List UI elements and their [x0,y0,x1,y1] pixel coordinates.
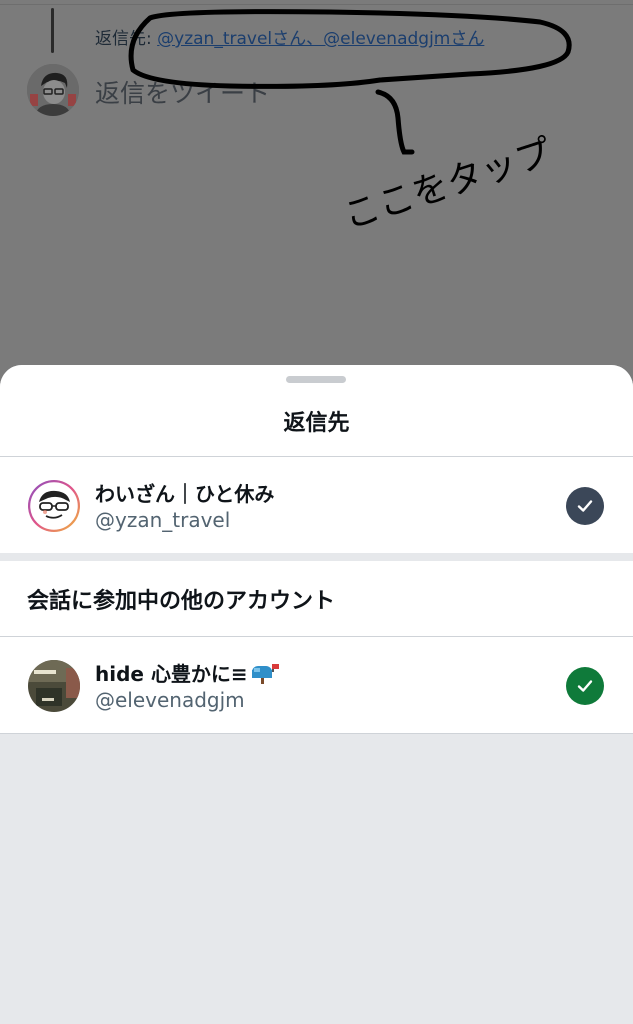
account-handle: @yzan_travel [95,508,231,532]
sheet-grabber-handle[interactable] [286,376,346,383]
section-title: 会話に参加中の他のアカウント [27,589,336,614]
avatar [28,480,80,532]
mailbox-icon [250,662,280,689]
sheet-title: 返信先 [283,411,350,436]
sheet-header: 返信先 [0,365,633,457]
avatar [28,660,80,712]
account-display-name-text: hide 心豊かに≡ [95,662,248,686]
avatar-photo-icon [28,660,80,712]
account-row-elevenadgjm[interactable]: hide 心豊かに≡ @elevenadgjm [0,637,633,734]
section-gap [0,553,633,561]
reply-to-sheet: 返信先 わいざん｜ひと休み @yzan_travel 会話に参加中の他のアカウン… [0,365,633,1024]
account-display-name: hide 心豊かに≡ [95,658,280,689]
annotation-circle-icon [128,9,572,155]
compose-backdrop[interactable]: 返信先: @yzan_travelさん、@elevenadgjmさん 返信をツイ… [0,0,633,380]
section-header: 会話に参加中の他のアカウント [0,561,633,637]
account-display-name: わいざん｜ひと休み [95,482,275,506]
account-handle: @elevenadgjm [95,688,245,712]
account-row-yzan-travel[interactable]: わいざん｜ひと休み @yzan_travel [0,457,633,553]
avatar-face-sketch-icon [28,480,80,532]
checkmark-icon[interactable] [566,487,604,525]
checkmark-icon[interactable] [566,667,604,705]
